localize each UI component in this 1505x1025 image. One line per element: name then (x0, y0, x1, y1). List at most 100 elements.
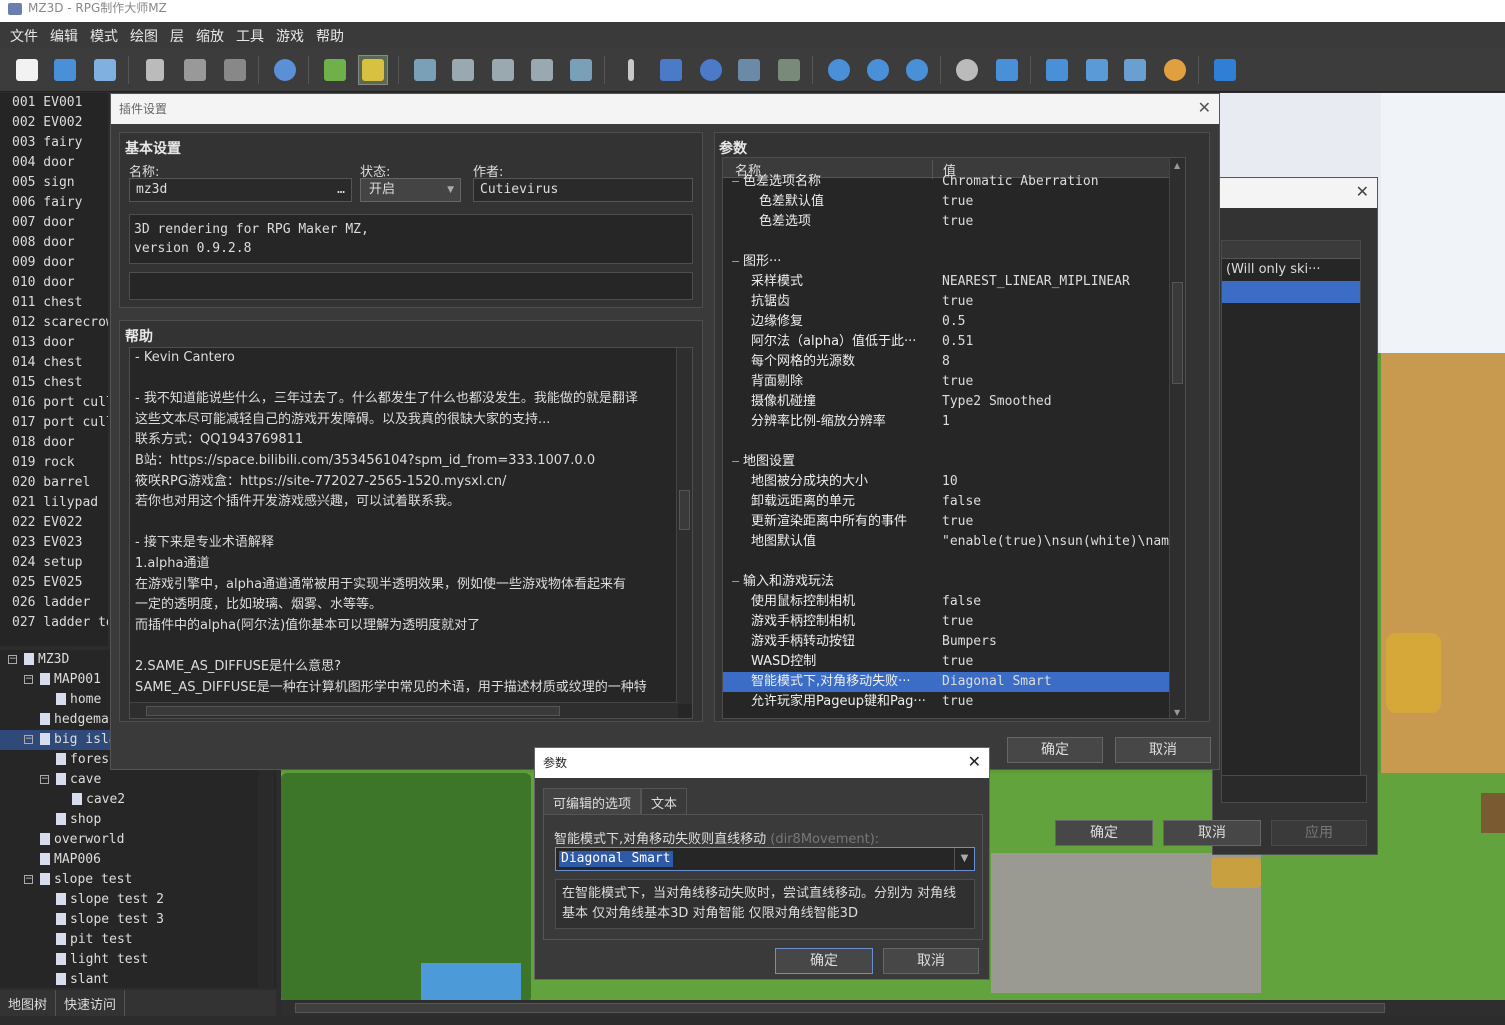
menu-game[interactable]: 游戏 (270, 22, 310, 48)
sound-test-icon[interactable] (1042, 55, 1072, 85)
plugin-manager-cancel-button[interactable]: 取消 (1163, 820, 1261, 846)
zoom-actual-icon[interactable] (902, 55, 932, 85)
event-list-item[interactable]: 008 door (0, 233, 108, 253)
status-select[interactable]: 开启 ▼ (360, 178, 461, 202)
event-list-item[interactable]: 023 EV023 (0, 533, 108, 553)
event-list-item[interactable]: 010 door (0, 273, 108, 293)
event-list-item[interactable]: 025 EV025 (0, 573, 108, 593)
event-list-item[interactable]: 006 fairy (0, 193, 108, 213)
map-tree-item[interactable]: slope test 3 (0, 910, 276, 930)
collapse-icon[interactable]: − (731, 452, 740, 472)
event-list-item[interactable]: 017 port culli (0, 413, 108, 433)
plugin-settings-ok-button[interactable]: 确定 (1007, 737, 1103, 763)
param-row[interactable]: 使用鼠标控制相机 false (723, 592, 1185, 612)
event-list-item[interactable]: 001 EV001 (0, 93, 108, 113)
cut-icon[interactable] (140, 55, 170, 85)
event-list-item[interactable]: 012 scarecrow (0, 313, 108, 333)
undo-icon[interactable] (270, 55, 300, 85)
map-tree-item[interactable]: slope test 2 (0, 890, 276, 910)
event-list-item[interactable]: 011 chest (0, 293, 108, 313)
menu-zoom[interactable]: 缩放 (190, 22, 230, 48)
direction-mode-select[interactable]: Diagonal Smart ▼ (555, 847, 975, 871)
menu-tools[interactable]: 工具 (230, 22, 270, 48)
menu-help[interactable]: 帮助 (310, 22, 350, 48)
zoom-in-icon[interactable] (824, 55, 854, 85)
event-list-item[interactable]: 019 rock (0, 453, 108, 473)
param-row[interactable]: 游戏手柄转动按钮 Bumpers (723, 632, 1185, 652)
map-tree-item[interactable]: light test (0, 950, 276, 970)
event-mode-icon[interactable] (358, 55, 388, 85)
param-category[interactable]: − 色差选项名称 Chromatic Aberration (723, 172, 1185, 192)
map-tree-item[interactable]: − cave (0, 770, 276, 790)
close-icon[interactable]: ✕ (1356, 182, 1369, 201)
event-list-item[interactable]: 018 door (0, 433, 108, 453)
map-mode-icon[interactable] (320, 55, 350, 85)
plugin-manager-apply-button[interactable]: 应用 (1271, 820, 1367, 846)
layer-5-icon[interactable] (566, 55, 596, 85)
tab-map-tree[interactable]: 地图树 (0, 990, 57, 1016)
event-searcher-icon[interactable] (1082, 55, 1112, 85)
param-row[interactable]: 背面剔除 true (723, 372, 1185, 392)
menu-mode[interactable]: 模式 (84, 22, 124, 48)
chevron-down-icon[interactable]: ▼ (954, 848, 974, 870)
database-icon[interactable] (952, 55, 982, 85)
param-row[interactable]: 地图被分成块的大小 10 (723, 472, 1185, 492)
map-tree-item[interactable]: − slope test (0, 870, 276, 890)
collapse-icon[interactable]: − (731, 172, 740, 192)
tab-editable-options[interactable]: 可编辑的选项 (543, 788, 642, 816)
menu-layer[interactable]: 层 (164, 22, 190, 48)
param-row[interactable]: 色差选项 true (723, 212, 1185, 232)
param-row[interactable]: 地图默认值 "enable(true)\nsun(white)\nambie··· (723, 532, 1185, 552)
param-category[interactable]: − 输入和游戏玩法 (723, 572, 1185, 592)
tab-quick-access[interactable]: 快速访问 (56, 990, 126, 1016)
param-row[interactable]: 智能模式下,对角移动失败··· Diagonal Smart (723, 672, 1185, 692)
help-vscrollbar[interactable] (676, 348, 692, 704)
param-row[interactable]: 每个网格的光源数 8 (723, 352, 1185, 372)
map-tree-item[interactable]: MAP006 (0, 850, 276, 870)
collapse-icon[interactable]: − (24, 875, 33, 884)
help-hscrollbar[interactable] (130, 702, 678, 718)
plugin-name-field[interactable]: mz3d … (129, 178, 352, 202)
param-row[interactable]: 分辨率比例-缩放分辨率 1 (723, 412, 1185, 432)
param-row[interactable]: 阿尔法（alpha）值低于此··· 0.51 (723, 332, 1185, 352)
event-list-item[interactable]: 014 chest (0, 353, 108, 373)
collapse-icon[interactable]: − (731, 572, 740, 592)
paste-icon[interactable] (220, 55, 250, 85)
close-icon[interactable]: ✕ (1198, 98, 1211, 117)
param-row[interactable]: 摄像机碰撞 Type2 Smoothed (723, 392, 1185, 412)
event-list-item[interactable]: 022 EV022 (0, 513, 108, 533)
param-row[interactable]: 边缘修复 0.5 (723, 312, 1185, 332)
parameter-cancel-button[interactable]: 取消 (883, 948, 979, 974)
plugin-manager-icon[interactable] (992, 55, 1022, 85)
event-list-item[interactable]: 027 ladder top (0, 613, 108, 633)
shadow-pen-icon[interactable] (774, 55, 804, 85)
extra-field[interactable] (129, 272, 693, 300)
param-row[interactable]: 色差默认值 true (723, 192, 1185, 212)
event-list-item[interactable]: 016 port culli (0, 393, 108, 413)
playtest-icon[interactable] (1210, 55, 1240, 85)
save-project-icon[interactable] (90, 55, 120, 85)
collapse-icon[interactable]: − (8, 655, 17, 664)
param-row[interactable]: 更新渲染距离中所有的事件 true (723, 512, 1185, 532)
event-list-item[interactable]: 003 fairy (0, 133, 108, 153)
event-list-item[interactable]: 005 sign (0, 173, 108, 193)
parameter-ok-button[interactable]: 确定 (775, 948, 873, 974)
collapse-icon[interactable]: − (731, 252, 740, 272)
map-tree-item[interactable]: cave2 (0, 790, 276, 810)
event-list-item[interactable]: 015 chest (0, 373, 108, 393)
param-row[interactable]: 采样模式 NEAREST_LINEAR_MIPLINEAR (723, 272, 1185, 292)
layer-3-icon[interactable] (488, 55, 518, 85)
map-tree-item[interactable]: pit test (0, 930, 276, 950)
event-list-item[interactable]: 026 ladder (0, 593, 108, 613)
param-row[interactable]: 卸载远距离的单元 false (723, 492, 1185, 512)
close-icon[interactable]: ✕ (968, 752, 981, 771)
param-row[interactable]: 抗锯齿 true (723, 292, 1185, 312)
event-list-item[interactable]: 002 EV002 (0, 113, 108, 133)
pencil-icon[interactable] (616, 55, 646, 85)
param-category[interactable]: − 地图设置 (723, 452, 1185, 472)
event-list-item[interactable]: 007 door (0, 213, 108, 233)
map-hscrollbar[interactable] (281, 1000, 1505, 1016)
collapse-icon[interactable]: − (40, 775, 49, 784)
resource-manager-icon[interactable] (1120, 55, 1150, 85)
param-row[interactable]: 游戏手柄控制相机 true (723, 612, 1185, 632)
